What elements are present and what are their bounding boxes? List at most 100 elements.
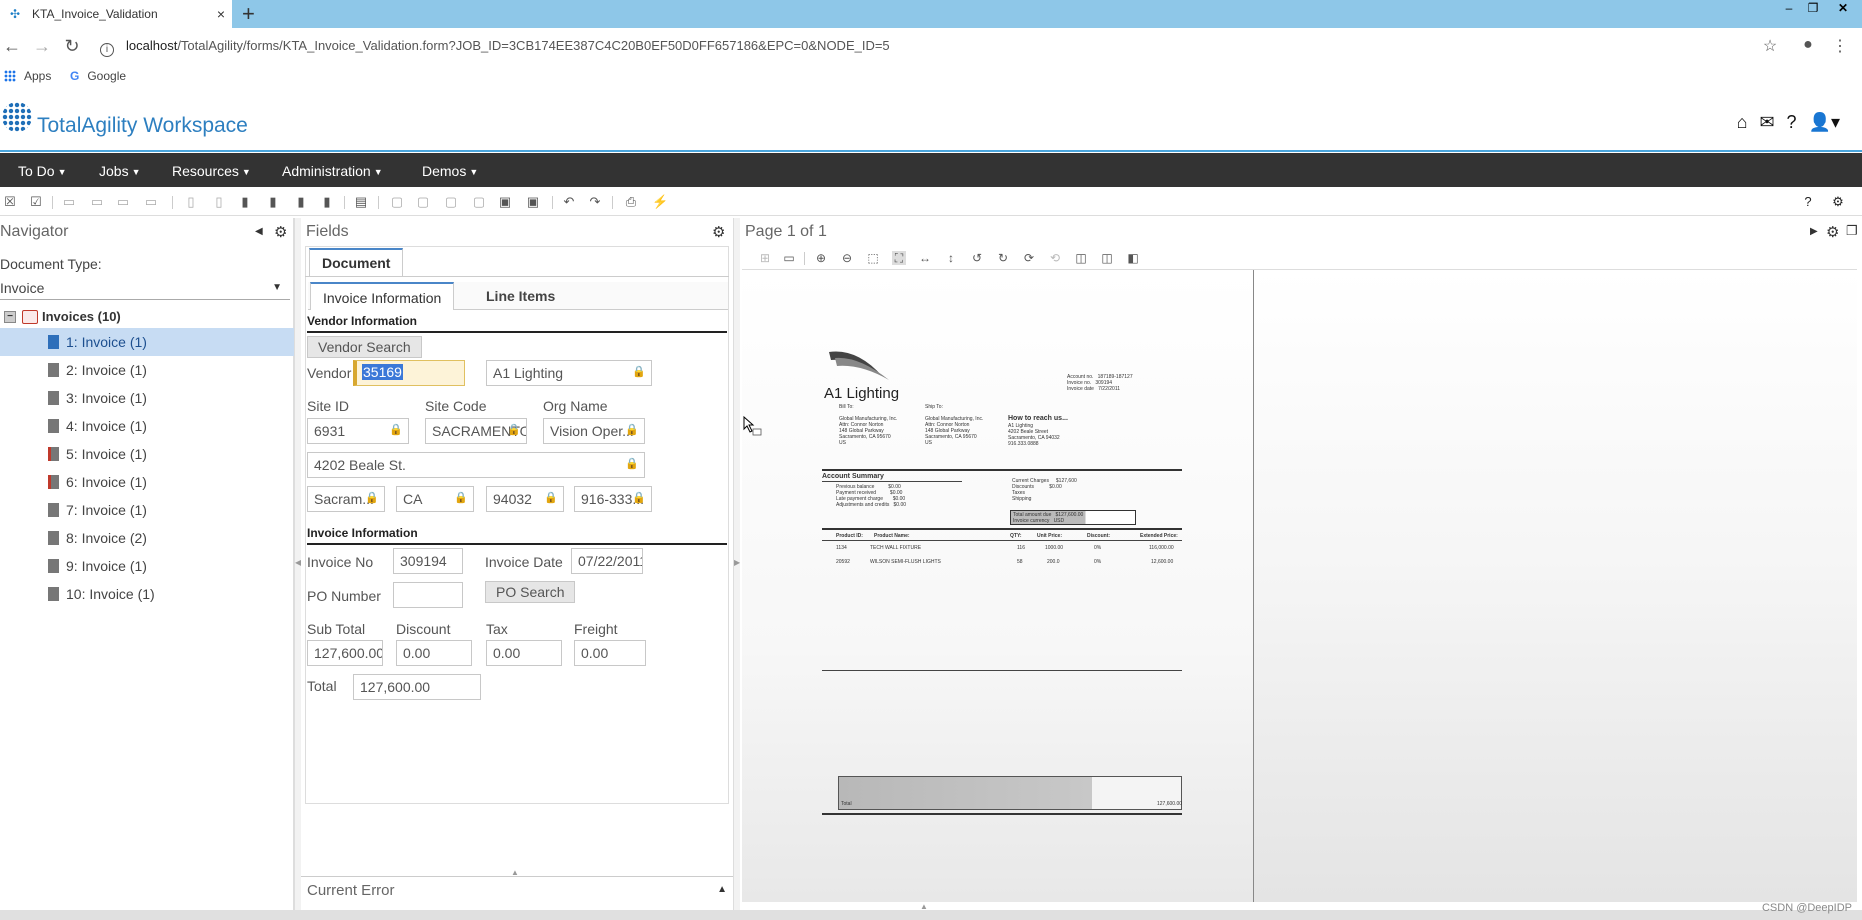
copy-document-icon[interactable]: ▮ — [266, 195, 280, 209]
rotate-180-icon[interactable]: ⟳ — [1022, 251, 1036, 265]
new-document-icon[interactable]: ▮ — [238, 195, 252, 209]
lightning-icon[interactable]: ⚡ — [652, 195, 668, 209]
page-copy-icon[interactable]: ▢ — [444, 195, 458, 209]
menu-administration[interactable]: Administration ▼ — [282, 163, 383, 179]
rotate-right-icon[interactable]: ↻ — [996, 251, 1010, 265]
current-error-panel[interactable]: Current Error ▲ — [301, 876, 733, 904]
app-title[interactable]: TotalAgility Workspace — [37, 114, 248, 138]
org-name-field[interactable]: Vision Oper... 🔒 — [543, 418, 645, 444]
zoom-area-icon[interactable]: ⬚ — [866, 251, 880, 265]
approve-document-icon[interactable]: ☑ — [29, 195, 43, 209]
tree-item-invoice-8[interactable]: 8: Invoice (2) — [0, 524, 294, 552]
tree-item-invoice-2[interactable]: 2: Invoice (1) — [0, 356, 294, 384]
split-document-icon[interactable]: ▯ — [184, 195, 198, 209]
bookmark-google[interactable]: G Google — [70, 69, 126, 83]
tree-item-invoice-3[interactable]: 3: Invoice (1) — [0, 384, 294, 412]
tree-root-invoices[interactable]: − Invoices (10) — [4, 309, 121, 324]
sub-total-field[interactable]: 127,600.00 — [307, 640, 383, 666]
po-number-field[interactable] — [393, 582, 463, 608]
site-id-field[interactable]: 6931 🔒 — [307, 418, 409, 444]
document-type-select[interactable]: Invoice ▼ — [0, 276, 290, 300]
page-icon[interactable]: ▢ — [390, 195, 404, 209]
browser-menu-icon[interactable]: ⋮ — [1830, 36, 1850, 56]
close-window-button[interactable]: ✕ — [1830, 0, 1856, 18]
menu-todo[interactable]: To Do ▼ — [18, 163, 67, 179]
add-annotation-icon[interactable]: ⊞ — [758, 251, 772, 265]
tree-item-invoice-4[interactable]: 4: Invoice (1) — [0, 412, 294, 440]
thumbnail-view-icon[interactable]: ◧ — [1126, 251, 1140, 265]
undo-icon[interactable]: ↶ — [562, 195, 576, 209]
navigator-settings-icon[interactable]: ⚙ — [274, 223, 287, 241]
fit-height-icon[interactable]: ↕ — [944, 251, 958, 265]
next-page-view-icon[interactable]: ◫ — [1100, 251, 1114, 265]
viewer-settings-icon[interactable]: ⚙ — [1826, 223, 1839, 241]
tree-item-invoice-7[interactable]: 7: Invoice (1) — [0, 496, 294, 524]
document-error-icon[interactable]: ▮ — [294, 195, 308, 209]
bookmark-star-icon[interactable]: ☆ — [1760, 36, 1780, 56]
close-tab-icon[interactable]: × — [210, 6, 232, 22]
back-icon[interactable]: ← — [2, 36, 22, 57]
po-search-button[interactable]: PO Search — [485, 581, 576, 603]
tree-item-invoice-10[interactable]: 10: Invoice (1) — [0, 580, 294, 608]
vendor-id-field[interactable]: 35169 — [353, 360, 465, 386]
total-field[interactable]: 127,600.00 — [353, 674, 481, 700]
city-field[interactable]: Sacram... 🔒 — [307, 486, 385, 512]
tree-item-invoice-1[interactable]: 1: Invoice (1) — [0, 328, 294, 356]
mail-icon[interactable]: ✉ — [1759, 112, 1774, 133]
fit-width-icon[interactable]: ↔ — [918, 251, 932, 265]
site-info-icon[interactable]: i — [100, 43, 114, 57]
vendor-name-field[interactable]: A1 Lighting 🔒 — [486, 360, 652, 386]
viewer-canvas[interactable]: A1 Lighting Account no. 187189-187127 In… — [742, 270, 1857, 902]
tax-field[interactable]: 0.00 — [486, 640, 562, 666]
reset-rotation-icon[interactable]: ⟲ — [1048, 251, 1062, 265]
toolbar-settings-icon[interactable]: ⚙ — [1831, 195, 1845, 209]
invoice-no-field[interactable]: 309194 — [393, 548, 463, 574]
forward-icon[interactable]: → — [32, 36, 52, 57]
minimize-window-button[interactable]: – — [1776, 0, 1802, 18]
collapse-left-icon[interactable]: ◀ — [255, 226, 263, 237]
tree-item-invoice-6[interactable]: 6: Invoice (1) — [0, 468, 294, 496]
new-tab-button[interactable]: + — [242, 2, 255, 26]
zoom-out-icon[interactable]: ⊖ — [840, 251, 854, 265]
page-delete-icon[interactable]: ▣ — [526, 195, 540, 209]
page-move-icon[interactable]: ▢ — [416, 195, 430, 209]
folder-icon[interactable]: ▭ — [62, 195, 76, 209]
zoom-in-icon[interactable]: ⊕ — [814, 251, 828, 265]
scan-icon[interactable]: ⎙ — [624, 195, 638, 209]
reload-icon[interactable]: ↻ — [62, 36, 82, 57]
tree-item-invoice-5[interactable]: 5: Invoice (1) — [0, 440, 294, 468]
tab-invoice-information[interactable]: Invoice Information — [310, 282, 455, 310]
freight-field[interactable]: 0.00 — [574, 640, 646, 666]
folder-add-icon[interactable]: ▭ — [90, 195, 104, 209]
profile-icon[interactable]: ● — [1798, 36, 1818, 54]
phone-field[interactable]: 916-333... 🔒 — [574, 486, 652, 512]
bookmark-apps[interactable]: Apps — [4, 69, 51, 83]
folder-move-icon[interactable]: ▭ — [116, 195, 130, 209]
help-icon[interactable]: ? — [1787, 112, 1797, 133]
browser-tab[interactable]: ✣ KTA_Invoice_Validation × — [0, 0, 232, 28]
merge-document-icon[interactable]: ▯ — [212, 195, 226, 209]
site-code-field[interactable]: SACRAMENTO 🔒 — [425, 418, 527, 444]
home-icon[interactable]: ⌂ — [1737, 112, 1748, 133]
next-page-icon[interactable]: ▶ — [1810, 226, 1818, 237]
delete-document-icon[interactable]: ▮ — [320, 195, 334, 209]
fit-page-icon[interactable]: ⛶ — [892, 251, 906, 265]
restore-window-button[interactable]: ❐ — [1800, 0, 1826, 18]
fields-settings-icon[interactable]: ⚙ — [712, 223, 725, 241]
classify-icon[interactable]: ▤ — [354, 195, 368, 209]
invoice-date-field[interactable]: 07/22/2011 — [571, 548, 643, 574]
tree-item-invoice-9[interactable]: 9: Invoice (1) — [0, 552, 294, 580]
tab-line-items[interactable]: Line Items — [474, 282, 567, 310]
menu-resources[interactable]: Resources ▼ — [172, 163, 251, 179]
redo-icon[interactable]: ↷ — [588, 195, 602, 209]
folder-delete-icon[interactable]: ▭ — [144, 195, 158, 209]
user-icon[interactable]: 👤▾ — [1809, 112, 1840, 133]
expand-up-icon[interactable]: ▲ — [717, 884, 727, 895]
address-field[interactable]: 4202 Beale St. 🔒 — [307, 452, 645, 478]
reject-document-icon[interactable]: ☒ — [3, 195, 17, 209]
menu-jobs[interactable]: Jobs ▼ — [99, 163, 141, 179]
tab-document[interactable]: Document — [309, 248, 404, 276]
comment-icon[interactable]: ▭ — [782, 251, 796, 265]
toolbar-help-icon[interactable]: ? — [1801, 195, 1815, 209]
zip-field[interactable]: 94032 🔒 — [486, 486, 564, 512]
